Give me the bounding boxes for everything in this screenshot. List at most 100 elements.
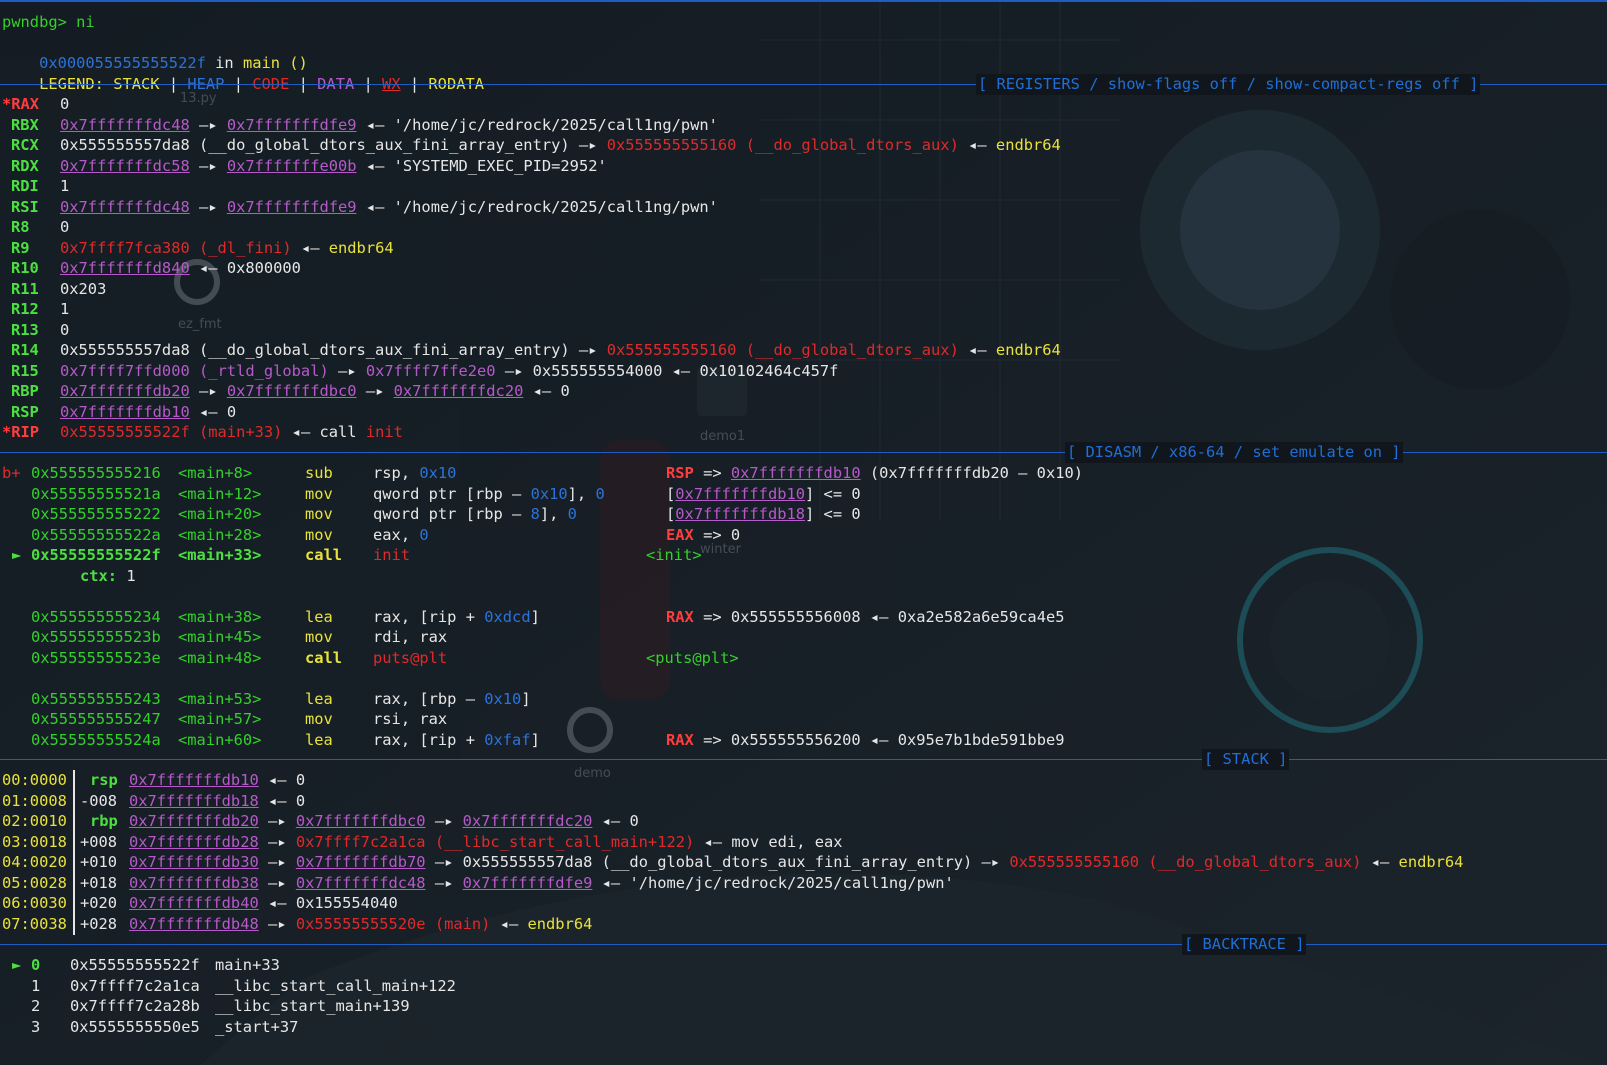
top-border bbox=[0, 0, 1607, 2]
register-name: R9 bbox=[11, 238, 30, 257]
disasm-header-title: [ DISASM / x86-64 / set emulate on ] bbox=[1065, 442, 1403, 463]
value-segment: EAX bbox=[666, 525, 694, 544]
register-row: RCX 0x555555557da8 (__do_global_dtors_aux… bbox=[2, 135, 1061, 156]
value-segment: —▸ bbox=[569, 136, 607, 154]
registers-header-title: [ REGISTERS / show-flags off / show-comp… bbox=[976, 74, 1481, 95]
instruction-annotation: EAX => 0 bbox=[666, 525, 740, 546]
frame-number: 3 bbox=[31, 1017, 41, 1036]
value-segment: (0x7fffffffdb20 – 0x10) bbox=[860, 464, 1084, 482]
frame-address: 0x7ffff7c2a28b bbox=[70, 997, 200, 1015]
value-segment: ] <= bbox=[805, 484, 852, 503]
current-frame-marker: ► bbox=[12, 956, 22, 974]
current-pc-marker: ► bbox=[12, 546, 22, 564]
instruction-address: 0x555555555222 bbox=[31, 505, 161, 523]
value-segment: 0x7fffffffdc48 bbox=[60, 197, 190, 216]
value-segment: , [ bbox=[400, 730, 429, 749]
register-row: R15 0x7ffff7ffd000 (_rtld_global) —▸ 0x7f… bbox=[2, 361, 838, 382]
value-segment: 0x7fffffffdb18 bbox=[675, 505, 806, 523]
value-segment: , [ bbox=[400, 689, 429, 708]
instruction-symbol: <main+28> bbox=[178, 525, 262, 544]
instruction-symbol: <main+48> bbox=[178, 648, 262, 667]
value-segment: 0x7ffff7c2a1ca bbox=[295, 832, 426, 851]
stack-divider bbox=[73, 770, 75, 935]
value-segment: puts@plt bbox=[373, 648, 448, 667]
value-segment: 0x7fffffffe00b bbox=[226, 156, 357, 175]
value-segment: 0 bbox=[730, 525, 741, 544]
value-segment: (__do_global_dtors_aux) bbox=[736, 136, 959, 154]
value-segment: 0x7ffff7ffd000 bbox=[60, 361, 190, 380]
value-segment: 0x7fffffffd840 bbox=[60, 259, 190, 277]
register-row: *RIP 0x55555555522f (main+33) ◂— call ini… bbox=[2, 422, 403, 443]
legend-line: LEGEND: STACK | HEAP | CODE | DATA | WX … bbox=[2, 53, 484, 93]
instruction-annotation: <puts@plt> bbox=[646, 648, 739, 669]
value-segment: ] bbox=[530, 730, 540, 749]
value-segment: 0x95e7b1bde591bbe9 bbox=[897, 730, 1065, 749]
value-segment: 0x7fffffffdb10 bbox=[60, 402, 190, 421]
value-segment: ◂— bbox=[291, 238, 329, 257]
value-segment: ◂— bbox=[958, 136, 996, 154]
value-segment: ], bbox=[539, 505, 568, 523]
value-segment: – bbox=[502, 484, 531, 503]
instruction-symbol: <main+57> bbox=[178, 710, 262, 728]
value-segment: —▸ bbox=[356, 382, 394, 400]
value-segment: (__do_global_dtors_aux) bbox=[1139, 853, 1362, 871]
register-row: R8 0 bbox=[2, 217, 69, 238]
value-segment: (main+33) bbox=[189, 423, 283, 441]
register-name: R10 bbox=[11, 259, 39, 277]
value-segment: ] bbox=[521, 689, 531, 708]
registers-header: [ REGISTERS / show-flags off / show-comp… bbox=[0, 74, 1607, 95]
instruction-address: 0x555555555247 bbox=[31, 710, 161, 728]
value-segment: 1 bbox=[60, 177, 70, 195]
value-segment: 0x7fffffffdb18 bbox=[129, 791, 259, 810]
value-segment: 0x7fffffffdb28 bbox=[129, 832, 259, 851]
register-row: R13 0 bbox=[2, 320, 69, 341]
value-segment: —▸ bbox=[425, 873, 463, 892]
value-segment: ] <= bbox=[805, 505, 852, 523]
ctx-line: ctx: 1 bbox=[80, 566, 136, 587]
value-segment: 0 bbox=[560, 382, 570, 400]
stack-index: 03:0018 bbox=[2, 832, 67, 851]
register-row: RSP 0x7fffffffdb10 ◂— 0 bbox=[2, 402, 236, 423]
register-name: RBP bbox=[11, 382, 39, 400]
value-segment: 0 bbox=[60, 95, 70, 113]
value-segment: => bbox=[693, 525, 731, 544]
register-row: R11 0x203 bbox=[2, 279, 106, 300]
instruction-address: 0x555555555243 bbox=[31, 689, 161, 708]
instruction-symbol: <main+8> bbox=[178, 464, 253, 482]
stack-value: 0x7fffffffdb20 —▸ 0x7fffffffdbc0 —▸ 0x7f… bbox=[129, 811, 639, 832]
value-segment: —▸ bbox=[189, 115, 227, 134]
register-row: R9 0x7ffff7fca380 (_dl_fini) ◂— endbr64 bbox=[2, 238, 394, 259]
instruction-symbol: <main+33> bbox=[178, 546, 262, 564]
value-segment: 0x7ffff7fca380 bbox=[60, 238, 190, 257]
terminal-window[interactable]: pwndbg> ni 0x000055555555522f in main ()… bbox=[0, 0, 1607, 1065]
value-segment: – bbox=[502, 505, 531, 523]
stack-index: 06:0030 bbox=[2, 894, 67, 912]
stack-offset: -008 bbox=[80, 791, 118, 810]
register-name: RBX bbox=[11, 115, 39, 134]
value-segment: 0x7fffffffdfe9 bbox=[226, 197, 357, 216]
value-segment: 0x155554040 bbox=[295, 894, 398, 912]
value-segment: 0x555555555160 bbox=[606, 136, 737, 154]
instruction-operands: qword ptr [rbp – 0x10], 0 bbox=[373, 484, 605, 505]
value-segment: 0x555555557da8 bbox=[60, 136, 190, 154]
value-segment: 0x203 bbox=[60, 279, 107, 298]
value-segment: —▸ bbox=[569, 341, 607, 359]
instruction-symbol: <main+45> bbox=[178, 628, 262, 646]
value-segment: 0x7fffffffdb70 bbox=[295, 853, 426, 871]
value-segment: ◂— bbox=[356, 197, 394, 216]
value-segment: (_dl_fini) bbox=[189, 238, 292, 257]
value-segment: 0 bbox=[226, 402, 237, 421]
value-segment: —▸ bbox=[258, 853, 296, 871]
value-segment: 0x7fffffffdc48 bbox=[60, 115, 190, 134]
frame-address: 0x7ffff7c2a1ca bbox=[70, 976, 200, 995]
value-segment: 0 bbox=[851, 484, 861, 503]
instruction-mnemonic: lea bbox=[305, 607, 333, 626]
instruction-address: 0x555555555234 bbox=[31, 607, 161, 626]
backtrace-header: [ BACKTRACE ] bbox=[0, 934, 1607, 955]
instruction-operands: rax, [rip + 0xfaf] bbox=[373, 730, 540, 751]
value-segment: ◂— bbox=[258, 894, 296, 912]
value-segment: ◂— bbox=[523, 382, 561, 400]
value-segment: 0x7fffffffdbc0 bbox=[226, 382, 357, 400]
value-segment: 0x10 bbox=[530, 484, 568, 503]
value-segment: —▸ bbox=[425, 853, 463, 871]
